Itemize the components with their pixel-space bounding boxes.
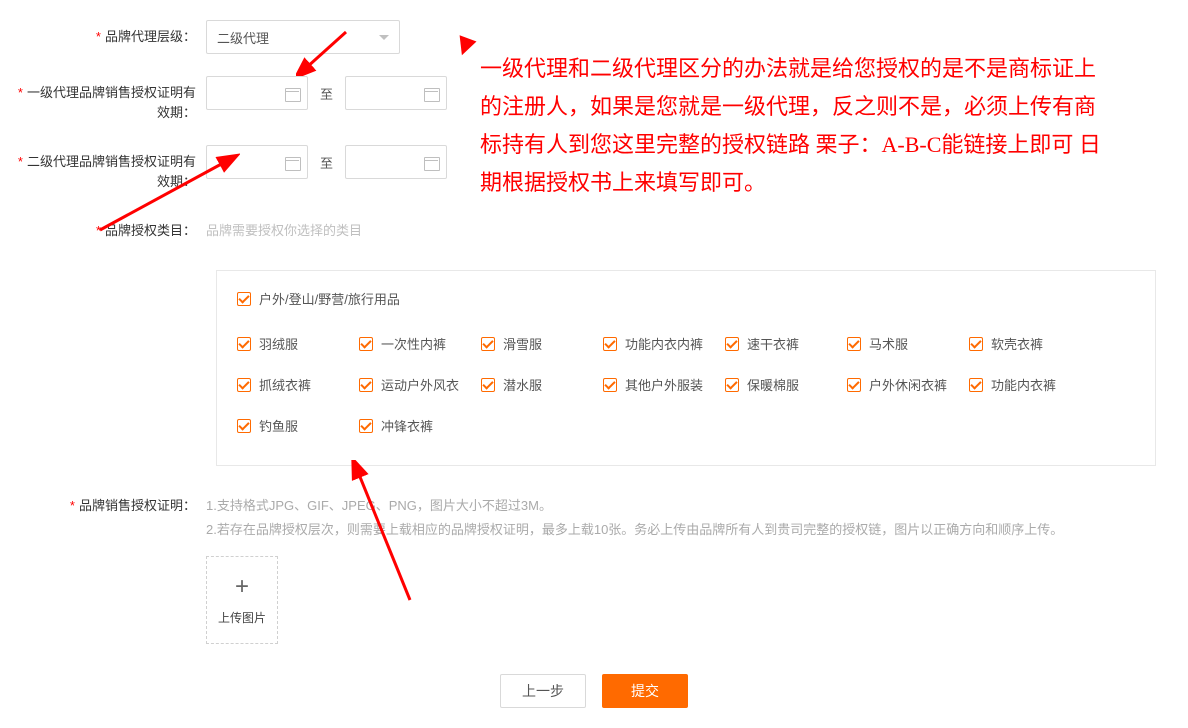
label-agent-level: *品牌代理层级： <box>10 20 206 54</box>
checkbox-icon <box>481 337 495 351</box>
checkbox-icon <box>969 337 983 351</box>
checkbox-category-item[interactable]: 滑雪服 <box>481 334 603 353</box>
select-agent-level[interactable]: 二级代理 <box>206 20 400 54</box>
row-category: *品牌授权类目： 品牌需要授权你选择的类目 <box>10 214 1178 248</box>
checkbox-label: 冲锋衣裤 <box>381 416 433 435</box>
checkbox-category-item[interactable]: 抓绒衣裤 <box>237 375 359 394</box>
checkbox-label: 功能内衣内裤 <box>625 334 703 353</box>
checkbox-category-item[interactable]: 速干衣裤 <box>725 334 847 353</box>
row-proof: *品牌销售授权证明： 1.支持格式JPG、GIF、JPEG、PNG，图片大小不超… <box>10 494 1178 644</box>
input-level2-start-date[interactable] <box>206 145 308 179</box>
checkbox-icon <box>237 378 251 392</box>
submit-button[interactable]: 提交 <box>602 674 688 708</box>
button-row: 上一步 提交 <box>10 674 1178 708</box>
checkbox-label: 滑雪服 <box>503 334 542 353</box>
checkbox-icon <box>359 337 373 351</box>
checkbox-icon <box>969 378 983 392</box>
checkbox-icon <box>725 378 739 392</box>
upload-image-button[interactable]: + 上传图片 <box>206 556 278 644</box>
label-category: *品牌授权类目： <box>10 214 206 248</box>
checkbox-icon <box>603 337 617 351</box>
checkbox-icon <box>603 378 617 392</box>
checkbox-category-item[interactable]: 钓鱼服 <box>237 416 359 435</box>
input-level2-end-date[interactable] <box>345 145 447 179</box>
checkbox-label: 其他户外服装 <box>625 375 703 394</box>
input-level1-start-date[interactable] <box>206 76 308 110</box>
checkbox-category-item[interactable]: 潜水服 <box>481 375 603 394</box>
checkbox-icon <box>481 378 495 392</box>
checkbox-label: 钓鱼服 <box>259 416 298 435</box>
checkbox-icon <box>725 337 739 351</box>
calendar-icon <box>424 86 438 100</box>
select-agent-level-value: 二级代理 <box>217 28 269 47</box>
proof-help-1: 1.支持格式JPG、GIF、JPEG、PNG，图片大小不超过3M。 <box>206 494 552 518</box>
category-panel: 户外/登山/野营/旅行用品 羽绒服 一次性内裤 滑雪服 功能内衣内裤 速干衣裤 马术服 软壳… <box>216 270 1156 466</box>
plus-icon: + <box>235 575 249 599</box>
row-level2-period: *二级代理品牌销售授权证明有效期： 至 <box>10 145 1178 192</box>
input-level1-end-date[interactable] <box>345 76 447 110</box>
calendar-icon <box>285 155 299 169</box>
checkbox-label: 一次性内裤 <box>381 334 446 353</box>
prev-button[interactable]: 上一步 <box>500 674 586 708</box>
checkbox-icon <box>237 292 251 306</box>
checkbox-label: 马术服 <box>869 334 908 353</box>
upload-label: 上传图片 <box>218 609 266 626</box>
checkbox-label: 潜水服 <box>503 375 542 394</box>
date-separator: 至 <box>320 84 333 103</box>
checkbox-icon <box>847 378 861 392</box>
checkbox-icon <box>237 419 251 433</box>
checkbox-category-item[interactable]: 户外休闲衣裤 <box>847 375 969 394</box>
proof-help-2: 2.若存在品牌授权层次，则需要上载相应的品牌授权证明，最多上载10张。务必上传由… <box>206 518 1063 542</box>
checkbox-label: 户外/登山/野营/旅行用品 <box>259 289 400 308</box>
checkbox-parent-outdoor[interactable]: 户外/登山/野营/旅行用品 <box>237 289 400 308</box>
checkbox-category-item[interactable]: 冲锋衣裤 <box>359 416 481 435</box>
checkbox-label: 功能内衣裤 <box>991 375 1056 394</box>
checkbox-label: 速干衣裤 <box>747 334 799 353</box>
label-level1-period: *一级代理品牌销售授权证明有效期： <box>10 76 206 123</box>
checkbox-label: 抓绒衣裤 <box>259 375 311 394</box>
checkbox-icon <box>237 337 251 351</box>
checkbox-category-item[interactable]: 羽绒服 <box>237 334 359 353</box>
checkbox-category-item[interactable]: 保暖棉服 <box>725 375 847 394</box>
checkbox-category-item[interactable]: 软壳衣裤 <box>969 334 1091 353</box>
chevron-down-icon <box>379 35 389 40</box>
checkbox-category-item[interactable]: 功能内衣内裤 <box>603 334 725 353</box>
checkbox-label: 软壳衣裤 <box>991 334 1043 353</box>
checkbox-icon <box>847 337 861 351</box>
date-separator: 至 <box>320 153 333 172</box>
checkbox-label: 户外休闲衣裤 <box>869 375 947 394</box>
checkbox-category-item[interactable]: 其他户外服装 <box>603 375 725 394</box>
checkbox-category-item[interactable]: 运动户外风衣 <box>359 375 481 394</box>
checkbox-label: 保暖棉服 <box>747 375 799 394</box>
checkbox-category-item[interactable]: 马术服 <box>847 334 969 353</box>
row-agent-level: *品牌代理层级： 二级代理 <box>10 20 1178 54</box>
checkbox-label: 运动户外风衣 <box>381 375 459 394</box>
label-level2-period: *二级代理品牌销售授权证明有效期： <box>10 145 206 192</box>
label-proof: *品牌销售授权证明： <box>10 494 206 518</box>
category-placeholder: 品牌需要授权你选择的类目 <box>206 214 362 248</box>
calendar-icon <box>285 86 299 100</box>
checkbox-category-item[interactable]: 一次性内裤 <box>359 334 481 353</box>
calendar-icon <box>424 155 438 169</box>
row-level1-period: *一级代理品牌销售授权证明有效期： 至 <box>10 76 1178 123</box>
checkbox-label: 羽绒服 <box>259 334 298 353</box>
checkbox-icon <box>359 378 373 392</box>
checkbox-category-item[interactable]: 功能内衣裤 <box>969 375 1091 394</box>
checkbox-icon <box>359 419 373 433</box>
